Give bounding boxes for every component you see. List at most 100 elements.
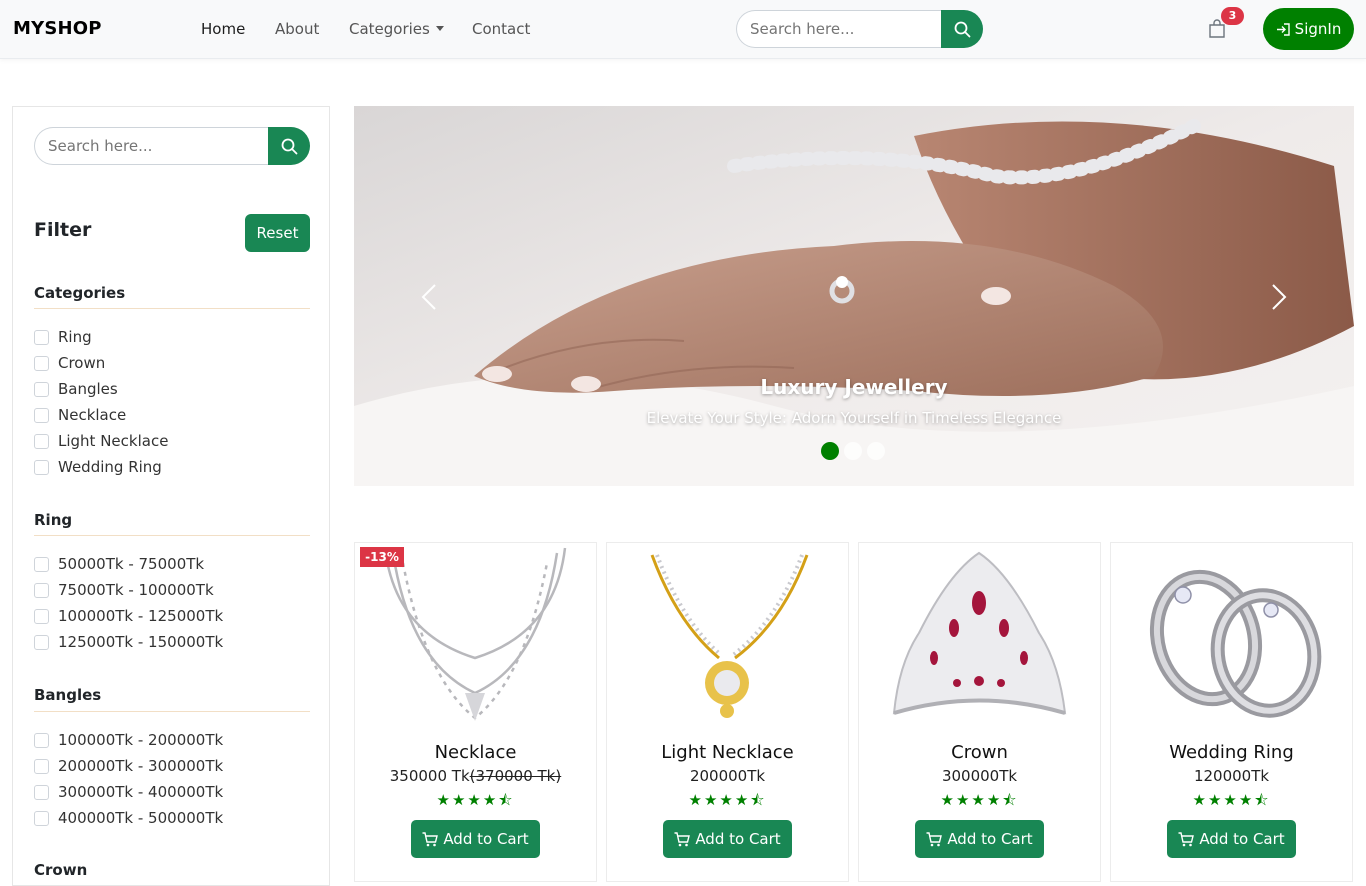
carousel-subtitle: Elevate Your Style: Adorn Yourself in Ti… (646, 409, 1062, 427)
filter-option-label: 50000Tk - 75000Tk (58, 555, 205, 573)
filter-option[interactable]: Ring (34, 327, 92, 347)
product-card: -13% Necklace 350000 Tk(370000 Tk) ★★★★⯪… (354, 542, 597, 882)
nav-categories-dropdown[interactable]: Categories (349, 20, 444, 38)
top-search-button[interactable] (941, 10, 983, 48)
light-necklace-image[interactable] (607, 543, 848, 733)
add-to-cart-label: Add to Cart (1199, 830, 1285, 848)
filter-option-label: Necklace (58, 406, 127, 424)
rating-stars: ★★★★⯪ (1192, 791, 1271, 809)
section-title-crown: Crown (34, 861, 88, 879)
filter-option[interactable]: Wedding Ring (34, 457, 162, 477)
checkbox[interactable] (34, 608, 49, 624)
product-card: Light Necklace 200000Tk ★★★★⯪ Add to Car… (606, 542, 849, 882)
checkbox[interactable] (34, 381, 49, 397)
checkbox[interactable] (34, 329, 49, 345)
add-to-cart-button[interactable]: Add to Cart (1167, 820, 1296, 858)
top-search-form (736, 10, 983, 48)
filter-option[interactable]: Necklace (34, 405, 126, 425)
crown-image[interactable] (859, 543, 1100, 733)
signin-label: SignIn (1294, 20, 1342, 38)
carousel-prev-icon[interactable] (419, 282, 439, 312)
top-search-input[interactable] (736, 10, 941, 48)
carousel-next-icon[interactable] (1269, 282, 1289, 312)
product-card: Crown 300000Tk ★★★★⯪ Add to Cart (858, 542, 1101, 882)
product-price: 350000 Tk(370000 Tk) (355, 767, 596, 785)
filter-heading: Filter (34, 219, 92, 241)
filter-option[interactable]: 125000Tk - 150000Tk (34, 632, 223, 652)
checkbox[interactable] (34, 459, 49, 475)
cart-count-badge: 3 (1221, 7, 1244, 25)
filter-option[interactable]: 300000Tk - 400000Tk (34, 782, 223, 802)
carousel-indicator-3[interactable] (867, 442, 885, 460)
carousel-indicator-2[interactable] (844, 442, 862, 460)
filter-option-label: 300000Tk - 400000Tk (58, 783, 224, 801)
checkbox[interactable] (34, 810, 49, 826)
product-price: 200000Tk (689, 767, 766, 785)
product-name[interactable]: Light Necklace (607, 742, 848, 763)
filter-option[interactable]: 50000Tk - 75000Tk (34, 554, 204, 574)
filter-option[interactable]: 400000Tk - 500000Tk (34, 808, 223, 828)
sidebar-search-button[interactable] (268, 127, 310, 165)
section-divider (34, 308, 310, 309)
necklace-image[interactable] (355, 543, 596, 733)
checkbox[interactable] (34, 556, 49, 572)
nav-contact-link[interactable]: Contact (472, 20, 530, 38)
rating-stars: ★★★★⯪ (436, 791, 515, 809)
section-title-categories: Categories (34, 284, 126, 302)
section-divider (34, 535, 310, 536)
filter-option-label: Light Necklace (58, 432, 169, 450)
filter-option[interactable]: 75000Tk - 100000Tk (34, 580, 214, 600)
filter-option[interactable]: Light Necklace (34, 431, 168, 451)
section-title-ring: Ring (34, 511, 73, 529)
wedding-ring-image[interactable] (1111, 543, 1352, 733)
nav-about-link[interactable]: About (275, 20, 319, 38)
section-title-bangles: Bangles (34, 686, 102, 704)
filter-option[interactable]: Bangles (34, 379, 118, 399)
product-card: Wedding Ring 120000Tk ★★★★⯪ Add to Cart (1110, 542, 1353, 882)
nav-home-link[interactable]: Home (201, 20, 245, 38)
carousel-indicator-1[interactable] (821, 442, 839, 460)
hero-jewellery-image (354, 106, 1354, 486)
add-to-cart-label: Add to Cart (443, 830, 529, 848)
product-price: 120000Tk (1193, 767, 1270, 785)
filter-option[interactable]: 100000Tk - 200000Tk (34, 730, 223, 750)
checkbox[interactable] (34, 433, 49, 449)
filter-option-label: Ring (58, 328, 92, 346)
brand-logo[interactable]: MYSHOP (13, 18, 102, 39)
add-to-cart-button[interactable]: Add to Cart (915, 820, 1044, 858)
filter-option-label: 100000Tk - 200000Tk (58, 731, 224, 749)
filter-option[interactable]: 100000Tk - 125000Tk (34, 606, 223, 626)
signin-button[interactable]: SignIn (1263, 8, 1354, 50)
rating-stars: ★★★★⯪ (940, 791, 1019, 809)
cart-icon (422, 831, 439, 846)
top-navbar: MYSHOP Home About Categories Contact 3 S… (0, 0, 1366, 59)
cart-icon (926, 831, 943, 846)
filter-option-label: 400000Tk - 500000Tk (58, 809, 224, 827)
checkbox[interactable] (34, 784, 49, 800)
filter-option[interactable]: Crown (34, 353, 105, 373)
add-to-cart-label: Add to Cart (947, 830, 1033, 848)
product-name[interactable]: Wedding Ring (1111, 742, 1352, 763)
sidebar-search-input[interactable] (34, 127, 268, 165)
filter-option-label: Crown (58, 354, 106, 372)
filter-option-label: 75000Tk - 100000Tk (58, 581, 214, 599)
checkbox[interactable] (34, 582, 49, 598)
filter-option-label: 125000Tk - 150000Tk (58, 633, 224, 651)
checkbox[interactable] (34, 758, 49, 774)
carousel-title: Luxury Jewellery (760, 375, 948, 399)
hero-carousel: Luxury Jewellery Elevate Your Style: Ado… (354, 106, 1354, 486)
add-to-cart-button[interactable]: Add to Cart (663, 820, 792, 858)
product-name[interactable]: Crown (859, 742, 1100, 763)
reset-filter-button[interactable]: Reset (245, 214, 310, 252)
product-name[interactable]: Necklace (355, 742, 596, 763)
checkbox[interactable] (34, 355, 49, 371)
filter-option[interactable]: 200000Tk - 300000Tk (34, 756, 223, 776)
checkbox[interactable] (34, 732, 49, 748)
discount-badge: -13% (360, 547, 404, 567)
add-to-cart-button[interactable]: Add to Cart (411, 820, 540, 858)
filter-option-label: 200000Tk - 300000Tk (58, 757, 224, 775)
current-price: 350000 Tk (389, 767, 470, 785)
search-icon (281, 138, 298, 155)
checkbox[interactable] (34, 407, 49, 423)
checkbox[interactable] (34, 634, 49, 650)
